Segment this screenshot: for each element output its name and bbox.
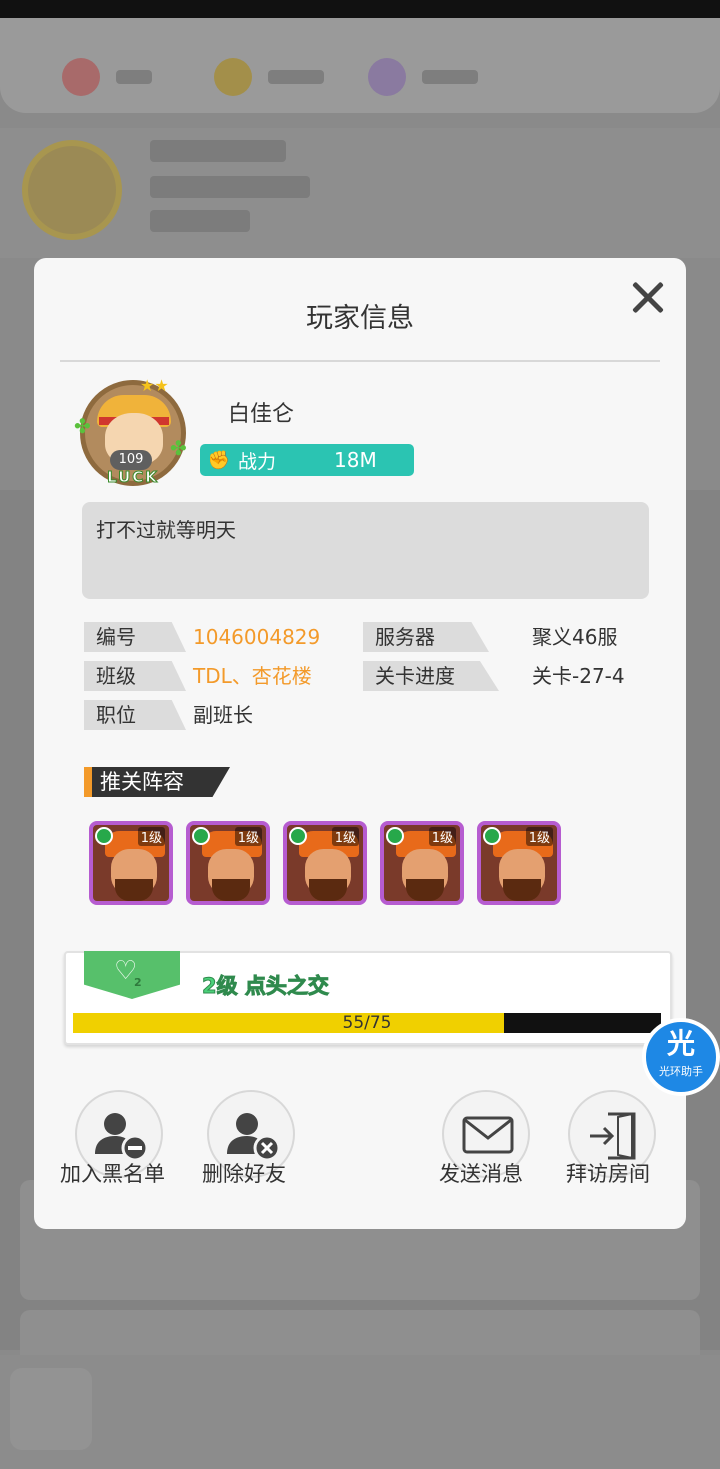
hero-level: 1级	[331, 827, 359, 846]
envelope-icon	[462, 1116, 514, 1154]
delete-friend-label: 删除好友	[202, 1162, 286, 1186]
spade-icon	[483, 827, 501, 845]
player-signature: 打不过就等明天	[82, 502, 649, 599]
clover-icon: ✤	[170, 436, 187, 460]
power-badge: ✊ 战力 18M	[200, 444, 414, 476]
progress-text: 55/75	[342, 1013, 392, 1033]
lineup-title: 推关阵容	[84, 767, 230, 797]
hero-beard	[503, 879, 541, 901]
status-bar	[0, 0, 720, 18]
background-resource-3	[368, 58, 478, 96]
hero-level: 1级	[234, 827, 262, 846]
hero-level: 1级	[428, 827, 456, 846]
background-back-button	[10, 1368, 92, 1450]
spade-icon	[386, 827, 404, 845]
background-avatar	[22, 140, 122, 240]
class-value: TDL、杏花楼	[193, 664, 312, 688]
spade-icon	[289, 827, 307, 845]
title-divider	[60, 360, 660, 362]
heart-level: 2	[134, 976, 142, 989]
dialog-title: 玩家信息	[306, 303, 414, 334]
background-text-line	[150, 176, 310, 198]
avatar-luck-text: LUCK	[107, 468, 159, 487]
helper-float-button[interactable]: 光 光环助手	[642, 1018, 720, 1096]
hero-card[interactable]: 1级	[283, 821, 367, 905]
hero-card[interactable]: 1级	[477, 821, 561, 905]
user-remove-icon	[95, 1113, 149, 1162]
hero-beard	[406, 879, 444, 901]
user-delete-icon	[227, 1113, 281, 1162]
server-label: 服务器	[363, 622, 489, 652]
hero-beard	[309, 879, 347, 901]
position-label: 职位	[84, 700, 186, 730]
hero-card[interactable]: 1级	[89, 821, 173, 905]
stage-value: 关卡-27-4	[532, 664, 625, 688]
friendship-level: 2级 点头之交	[202, 974, 330, 999]
background-text-line	[150, 140, 286, 162]
friendship-progress-bar: 55/75	[73, 1013, 661, 1033]
class-label: 班级	[84, 661, 186, 691]
hero-level: 1级	[137, 827, 165, 846]
server-value: 聚义46服	[532, 625, 618, 649]
stage-label: 关卡进度	[363, 661, 499, 691]
spade-icon	[192, 827, 210, 845]
id-label: 编号	[84, 622, 186, 652]
hero-card[interactable]: 1级	[186, 821, 270, 905]
close-icon[interactable]	[620, 270, 676, 326]
background-text-line	[150, 210, 250, 232]
visit-room-label: 拜访房间	[566, 1162, 650, 1186]
send-message-label: 发送消息	[439, 1162, 523, 1186]
hero-beard	[115, 879, 153, 901]
player-avatar[interactable]: ★★ ✤ ✤ 109 LUCK	[74, 376, 188, 488]
position-value: 副班长	[193, 703, 253, 727]
blacklist-label: 加入黑名单	[60, 1162, 165, 1186]
avatar-level-badge: 109	[110, 450, 152, 470]
id-value: 1046004829	[193, 625, 321, 649]
door-enter-icon	[590, 1112, 636, 1160]
fist-icon: ✊	[207, 449, 231, 471]
hero-beard	[212, 879, 250, 901]
spade-icon	[95, 827, 113, 845]
helper-glyph: 光	[666, 1027, 695, 1060]
hero-card[interactable]: 1级	[380, 821, 464, 905]
power-label: 战力	[238, 450, 277, 473]
background-resource-2	[214, 58, 324, 96]
background-bottom-bar	[0, 1355, 720, 1469]
hero-level: 1级	[525, 827, 553, 846]
clover-icon: ✤	[74, 414, 91, 438]
player-name: 白佳仑	[228, 402, 295, 427]
helper-label: 光环助手	[659, 1065, 703, 1078]
background-resource-1	[62, 58, 152, 96]
power-value: 18M	[334, 448, 377, 472]
star-icon: ★★	[140, 376, 169, 395]
